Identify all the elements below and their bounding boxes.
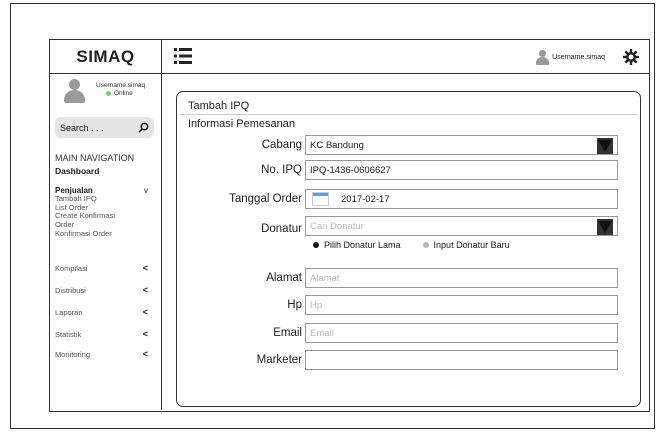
- no-ipq-field[interactable]: IPQ-1436-0606627: [305, 160, 618, 180]
- sidebar-item-statistik[interactable]: Statistik <: [55, 329, 148, 340]
- search-placeholder: Search . . .: [60, 122, 104, 133]
- sidebar-item-distribusi[interactable]: Distribusi <: [55, 285, 148, 296]
- menu-icon[interactable]: [174, 47, 192, 65]
- sidebar-subitem-konfirmasi-order[interactable]: Konfirmasi Order: [55, 229, 112, 239]
- sidebar-item-label: Kompilasi: [55, 264, 88, 273]
- calendar-icon[interactable]: [312, 192, 329, 206]
- donatur-options: Pilih Donatur Lama Input Donatur Baru: [313, 240, 510, 250]
- cabang-value: KC Bandung: [310, 139, 364, 151]
- chevron-left-icon: <: [142, 307, 148, 317]
- sidebar-item-dashboard[interactable]: Dashboard: [55, 166, 99, 176]
- page-frame: SIMAQ Username.simaq Online Search . . .…: [10, 3, 655, 429]
- donatur-label: Donatur: [261, 223, 302, 235]
- user-icon: [535, 50, 550, 65]
- marketer-label: Marketer: [256, 354, 302, 366]
- nav-heading: MAIN NAVIGATION: [55, 153, 135, 163]
- donatur-placeholder: Cari Donatur: [310, 220, 364, 232]
- donatur-search[interactable]: Cari Donatur: [305, 216, 618, 236]
- radio-label: Pilih Donatur Lama: [324, 240, 401, 250]
- tanggal-order-label: Tanggal Order: [229, 193, 302, 205]
- tanggal-order-field[interactable]: 2017-02-17: [305, 189, 618, 209]
- status-text: Online: [114, 90, 133, 97]
- search-icon[interactable]: [138, 122, 149, 133]
- sidebar-item-label: Monitoring: [55, 350, 91, 359]
- radio-donatur-baru[interactable]: Input Donatur Baru: [422, 240, 510, 250]
- sidebar-item-kompilasi[interactable]: Kompilasi <: [55, 263, 148, 274]
- form-card: Tambah IPQ Informasi Pemesanan Cabang KC…: [176, 91, 641, 407]
- sidebar-item-label: Statistik: [55, 330, 82, 339]
- online-dot-icon: [106, 90, 111, 96]
- status-badge: Online: [106, 90, 133, 97]
- chevron-left-icon: <: [142, 285, 148, 295]
- radio-selected-icon: [313, 242, 319, 248]
- sidebar-item-laporan[interactable]: Laporan <: [55, 307, 148, 318]
- email-label: Email: [273, 327, 302, 339]
- no-ipq-value: IPQ-1436-0606627: [310, 164, 391, 176]
- email-placeholder: Email: [310, 327, 334, 339]
- topbar-username: Username.simaq: [552, 54, 605, 61]
- alamat-label: Alamat: [266, 272, 302, 284]
- marketer-field[interactable]: [305, 350, 618, 370]
- app-brand[interactable]: SIMAQ: [50, 40, 161, 74]
- divider: [179, 114, 638, 115]
- email-field[interactable]: Email: [305, 323, 618, 343]
- form-title: Tambah IPQ: [188, 100, 250, 112]
- radio-donatur-lama[interactable]: Pilih Donatur Lama: [313, 240, 401, 250]
- chevron-left-icon: <: [142, 263, 148, 273]
- sidebar-item-label: Distribusi: [55, 286, 86, 295]
- cabang-select[interactable]: KC Bandung: [305, 135, 618, 155]
- no-ipq-label: No. IPQ: [261, 164, 302, 176]
- dropdown-arrow-icon: [597, 219, 613, 235]
- chevron-left-icon: <: [142, 349, 148, 359]
- chevron-left-icon: <: [142, 329, 148, 339]
- chevron-down-icon: v: [144, 186, 148, 195]
- avatar: [64, 79, 85, 103]
- sidebar-username: Username.simaq: [96, 82, 146, 89]
- tanggal-order-value: 2017-02-17: [341, 193, 390, 205]
- radio-unselected-icon: [422, 242, 429, 248]
- cabang-label: Cabang: [261, 139, 302, 151]
- gear-icon[interactable]: [623, 49, 639, 65]
- user-menu[interactable]: Username.simaq: [535, 50, 605, 65]
- section-title: Informasi Pemesanan: [188, 118, 295, 130]
- alamat-placeholder: Alamat: [310, 272, 340, 284]
- sidebar: SIMAQ Username.simaq Online Search . . .…: [50, 40, 162, 410]
- alamat-field[interactable]: Alamat: [305, 268, 618, 288]
- hp-field[interactable]: Hp: [305, 295, 618, 315]
- top-bar: Username.simaq: [162, 40, 649, 74]
- hp-label: Hp: [287, 299, 302, 311]
- sidebar-item-monitoring[interactable]: Monitoring <: [55, 349, 148, 360]
- search-input[interactable]: Search . . .: [55, 117, 154, 138]
- hp-placeholder: Hp: [310, 299, 323, 311]
- sidebar-user-panel: Username.simaq Online: [50, 74, 161, 114]
- sidebar-item-label: Laporan: [55, 308, 83, 317]
- radio-label: Input Donatur Baru: [433, 240, 510, 250]
- dropdown-arrow-icon: [597, 138, 613, 154]
- app-window: SIMAQ Username.simaq Online Search . . .…: [49, 39, 650, 412]
